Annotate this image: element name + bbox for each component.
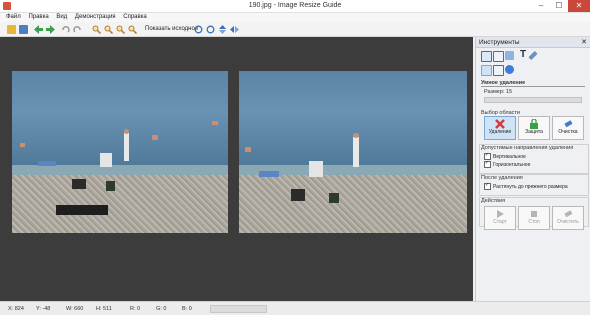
status-h: H: 511 (96, 306, 112, 312)
title-bar: 190.jpg - Image Resize Guide – ☐ ✕ (0, 0, 590, 13)
status-y: Y: -48 (36, 306, 51, 312)
close-panel-icon[interactable]: ✕ (581, 38, 587, 46)
flip-horizontal-icon[interactable] (230, 25, 239, 34)
smart-resize-tool-icon[interactable] (493, 65, 504, 76)
stop-button[interactable]: Стоп (518, 206, 550, 230)
zoom-actual-icon[interactable] (128, 25, 138, 35)
smart-delete-tool-icon[interactable] (481, 65, 492, 76)
status-r: R: 0 (130, 306, 141, 312)
open-icon[interactable] (7, 25, 16, 34)
undo-icon[interactable] (61, 25, 70, 34)
zoom-out-icon[interactable] (104, 25, 114, 35)
vertical-label: Вертикальное (493, 153, 526, 160)
status-x: X: 824 (8, 306, 24, 312)
clear-button[interactable]: Очистить (552, 206, 584, 230)
protect-lock-icon (529, 118, 539, 129)
close-button[interactable]: ✕ (568, 0, 590, 12)
brush-tool-icon[interactable] (528, 50, 538, 61)
flip-vertical-icon[interactable] (218, 25, 227, 34)
start-button[interactable]: Старт (484, 206, 516, 230)
window-title: 190.jpg - Image Resize Guide (248, 2, 342, 9)
tools-panel: Инструменты ✕ T Умное удаление Размер: 1… (475, 37, 590, 301)
image-canvas[interactable] (0, 37, 473, 301)
size-label: Размер: 15 (484, 89, 513, 95)
stretch-check-icon (484, 182, 491, 190)
status-w: W: 660 (66, 306, 84, 312)
result-image (239, 71, 467, 233)
forward-arrow-icon[interactable] (46, 25, 55, 34)
menu-bar: Файл Правка Вид Демонстрация Справка (0, 13, 590, 22)
resize-tool-icon[interactable] (481, 51, 492, 62)
status-bar: X: 824 Y: -48 W: 660 H: 511 R: 0 G: 0 B:… (0, 301, 590, 315)
clear-area-button[interactable]: Очистка (552, 116, 584, 140)
vertical-checkbox[interactable]: Вертикальное (484, 152, 526, 160)
menu-help[interactable]: Справка (123, 13, 147, 22)
show-original-button[interactable]: Показать исходное (145, 25, 198, 34)
minimize-button[interactable]: – (532, 0, 550, 12)
back-arrow-icon[interactable] (34, 25, 43, 34)
rotate-left-icon[interactable] (194, 25, 203, 34)
rotate-tool-icon[interactable] (505, 51, 514, 60)
status-b: B: 0 (182, 306, 192, 312)
status-g: G: 0 (156, 306, 167, 312)
crop-tool-icon[interactable] (493, 51, 504, 62)
horizontal-check-icon (484, 160, 491, 168)
tools-panel-title: Инструменты (479, 39, 520, 46)
stretch-label: Растянуть до прежнего размера (493, 183, 568, 190)
menu-view[interactable]: Вид (56, 13, 67, 22)
clear-label: Очистить (557, 219, 579, 225)
save-icon[interactable] (19, 25, 28, 34)
toolbar: Показать исходное (0, 22, 590, 37)
menu-demo[interactable]: Демонстрация (75, 13, 116, 22)
delete-area-button[interactable]: Удаление (484, 116, 516, 140)
stretch-checkbox[interactable]: Растянуть до прежнего размера (484, 182, 568, 190)
zoom-fit-icon[interactable] (116, 25, 126, 35)
directions-label: Допустимые направления удаления (481, 145, 574, 151)
eraser-icon (563, 119, 573, 129)
start-label: Старт (493, 219, 507, 225)
stop-label: Стоп (528, 219, 540, 225)
protect-area-label: Защита (525, 129, 543, 135)
maximize-button[interactable]: ☐ (550, 0, 568, 12)
horizontal-checkbox[interactable]: Горизонтальное (484, 160, 531, 168)
delete-x-icon (495, 119, 505, 129)
text-tool-icon[interactable]: T (520, 50, 529, 60)
clear-icon (563, 209, 573, 219)
tools-panel-header: Инструменты ✕ (476, 37, 590, 48)
vertical-check-icon (484, 152, 491, 160)
delete-area-label: Удаление (488, 129, 512, 135)
size-slider[interactable] (484, 97, 582, 103)
effects-tool-icon[interactable] (505, 65, 514, 74)
start-icon (495, 209, 505, 219)
stop-icon (529, 209, 539, 219)
rotate-right-icon[interactable] (206, 25, 215, 34)
menu-edit[interactable]: Правка (28, 13, 48, 22)
zoom-in-icon[interactable] (92, 25, 102, 35)
protect-area-button[interactable]: Защита (518, 116, 550, 140)
redo-icon[interactable] (73, 25, 82, 34)
status-progress (210, 305, 267, 313)
actions-label: Действия (481, 198, 506, 204)
after-label: После удаления (481, 175, 523, 181)
horizontal-label: Горизонтальное (493, 161, 531, 168)
original-image (12, 71, 228, 233)
clear-area-label: Очистка (558, 129, 578, 135)
menu-file[interactable]: Файл (6, 13, 21, 22)
